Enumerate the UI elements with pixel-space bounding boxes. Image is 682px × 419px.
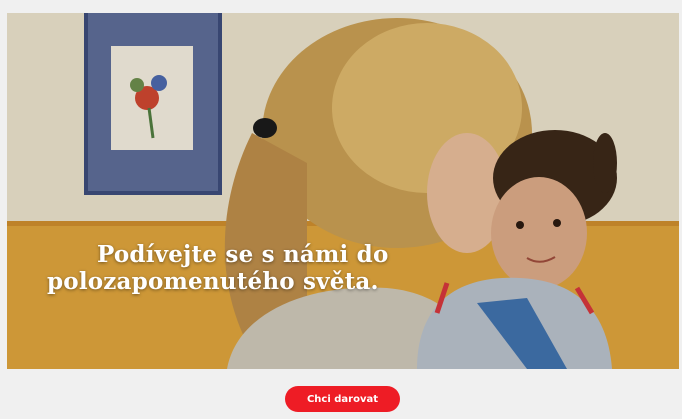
- donate-button[interactable]: Chci darovat: [285, 386, 400, 412]
- hero-video-banner[interactable]: Podívejte se s námi do polozapomenutého …: [7, 13, 679, 369]
- page: Podívejte se s námi do polozapomenutého …: [0, 0, 682, 419]
- hero-headline-line-2: polozapomenutého světa.: [47, 268, 379, 295]
- hero-headline: Podívejte se s námi do polozapomenutého …: [47, 241, 389, 295]
- hero-headline-line-1: Podívejte se s námi do: [97, 241, 389, 268]
- hero-photo: [7, 13, 679, 369]
